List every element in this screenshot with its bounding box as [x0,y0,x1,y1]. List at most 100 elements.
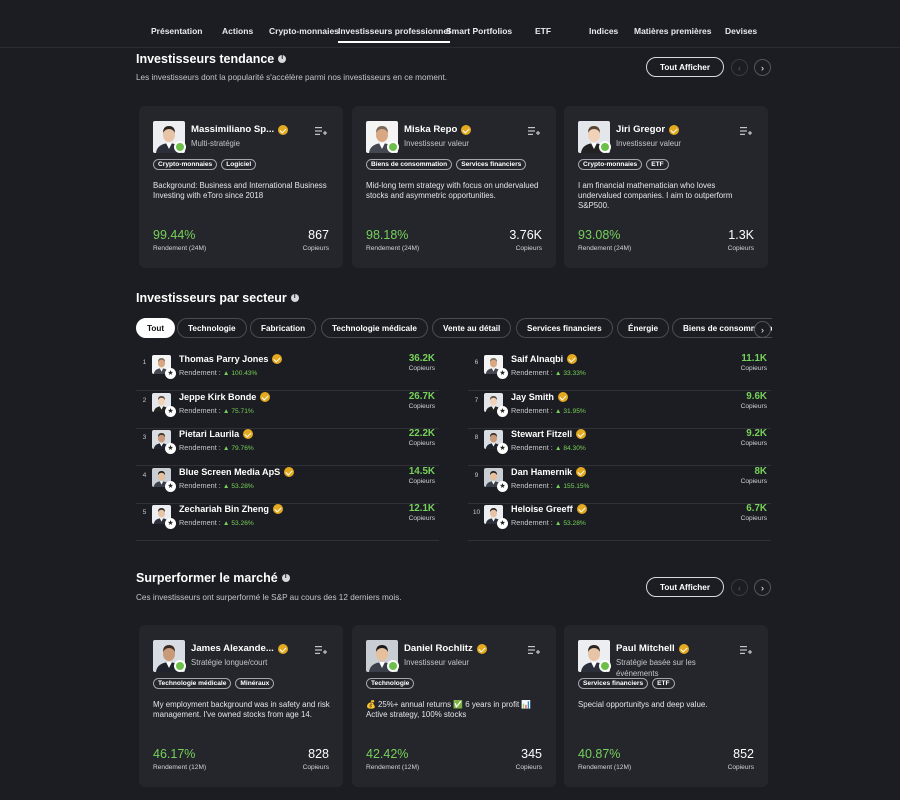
investor-row[interactable]: 7 ★ Jay Smith Rendement : ▲ 31.95% 9.6K Copie… [468,391,771,429]
sector-tag[interactable]: Technologie médicale [153,678,232,689]
copiers-value: 867 [308,228,329,242]
chip-medtech[interactable]: Technologie médicale [321,318,428,338]
investor-role: Investisseur valeur [616,139,682,148]
outperform-subtitle: Ces investisseurs ont surperformé le S&P… [136,593,402,602]
chip-technology[interactable]: Technologie [177,318,247,338]
chevron-right-icon[interactable]: › [754,59,771,76]
investor-name[interactable]: Paul Mitchell [616,643,689,654]
add-to-watchlist-icon[interactable] [315,642,327,654]
tab-indices[interactable]: Indices [589,26,618,36]
verified-icon [576,504,587,515]
tab-etf[interactable]: ETF [535,26,551,36]
add-to-watchlist-icon[interactable] [740,123,752,135]
investor-row[interactable]: 4 ★ Blue Screen Media ApS Rendement : ▲ 53.… [136,466,439,504]
investor-row[interactable]: 2 ★ Jeppe Kirk Bonde Rendement : ▲ 75.71% 26… [136,391,439,429]
sector-tag[interactable]: Crypto-monnaies [578,159,643,170]
investor-card[interactable]: Jiri Gregor Investisseur valeur Crypto-mon… [564,106,768,268]
tab-actions[interactable]: Actions [222,26,253,36]
investor-name[interactable]: Jay Smith [511,391,568,402]
copiers-label: Copieurs [302,245,329,252]
chevron-right-icon[interactable]: › [754,579,771,596]
investor-name[interactable]: Saif Alnaqbi [511,354,578,364]
sector-tag[interactable]: Biens de consommation [366,159,453,170]
add-to-watchlist-icon[interactable] [740,642,752,654]
investor-card[interactable]: Massimiliano Sp... Multi-stratégie Crypto-… [139,106,343,268]
investor-name[interactable]: James Alexande... [191,643,288,654]
tab-investors[interactable]: Investisseurs professionnel [338,26,451,43]
info-icon[interactable] [281,573,290,582]
investor-name[interactable]: Pietari Laurila [179,429,254,440]
sector-tag[interactable]: Minéraux [235,678,275,689]
chevron-right-icon[interactable]: › [754,321,771,338]
chip-all[interactable]: Tout [136,318,176,338]
outperform-title: Surperformer le marché [136,571,290,585]
sector-tag[interactable]: Logiciel [221,159,257,170]
verified-icon [243,429,254,440]
rank: 3 [142,434,147,442]
return-line: Rendement : ▲ 53.28% [511,518,586,527]
tab-currencies[interactable]: Devises [725,26,757,36]
investor-name[interactable]: Zechariah Bin Zheng [179,504,283,515]
return-line: Rendement : ▲ 100.43% [179,368,257,377]
add-to-watchlist-icon[interactable] [528,123,540,135]
trending-show-all-button[interactable]: Tout Afficher [646,57,725,77]
investor-row[interactable]: 10 ★ Heloise Greeff Rendement : ▲ 53.28% 6.7… [468,503,771,542]
sector-tag[interactable]: Services financiers [578,678,649,689]
investor-row[interactable]: 9 ★ Dan Hamernik Rendement : ▲ 155.15% 8K Cop… [468,466,771,504]
tags: Biens de consommation Services financiers [366,159,527,170]
tab-crypto[interactable]: Crypto-monnaies [269,26,339,36]
chip-manufacturing[interactable]: Fabrication [250,318,317,338]
verified-icon [678,643,689,654]
chip-retail[interactable]: Vente au détail [432,318,512,338]
investor-name[interactable]: Stewart Fitzell [511,429,587,440]
add-to-watchlist-icon[interactable] [315,123,327,135]
sector-tag[interactable]: Crypto-monnaies [153,159,218,170]
info-icon[interactable] [290,293,299,302]
tags: Crypto-monnaies ETF [578,159,669,170]
investor-name[interactable]: Jeppe Kirk Bonde [179,391,271,402]
rank: 8 [474,434,479,442]
investor-name[interactable]: Massimiliano Sp... [191,124,289,135]
tab-presentation[interactable]: Présentation [151,26,203,36]
sector-tag[interactable]: Technologie [366,678,415,689]
investor-name[interactable]: Heloise Greeff [511,504,587,515]
investor-card[interactable]: Daniel Rochlitz Investisseur valeur Techno… [352,625,556,787]
investor-row[interactable]: 6 ★ Saif Alnaqbi Rendement : ▲ 33.33% 11.1K C… [468,353,771,391]
info-icon[interactable] [278,54,287,63]
investor-name[interactable]: Thomas Parry Jones [179,354,283,364]
star-badge-icon [387,660,399,672]
chip-financial-services[interactable]: Services financiers [516,318,613,338]
return-label: Rendement : [511,480,553,490]
sector-tag[interactable]: ETF [646,159,669,170]
tab-smart-portfolios[interactable]: Smart Portfolios [446,26,512,36]
copiers-value: 3.76K [509,228,542,242]
investor-name[interactable]: Dan Hamernik [511,466,587,477]
outperform-show-all-button[interactable]: Tout Afficher [646,577,725,597]
investor-card[interactable]: Miska Repo Investisseur valeur Biens de co… [352,106,556,268]
return-value: 75.71% [231,407,254,415]
copiers-label: Copieurs [740,402,767,410]
investor-name[interactable]: Blue Screen Media ApS [179,466,295,477]
chevron-left-icon[interactable]: ‹ [731,59,748,76]
arrow-up-icon: ▲ [554,445,562,453]
investor-row[interactable]: 5 ★ Zechariah Bin Zheng Rendement : ▲ 53.26… [136,503,439,542]
star-badge-icon [599,660,611,672]
investor-name[interactable]: Daniel Rochlitz [404,643,487,654]
chip-energy[interactable]: Énergie [617,318,670,338]
investor-card[interactable]: James Alexande... Stratégie longue/court T… [139,625,343,787]
investor-card[interactable]: Paul Mitchell Stratégie basée sur les évé… [564,625,768,787]
tab-commodities[interactable]: Matières premières [634,26,712,36]
investor-row[interactable]: 8 ★ Stewart Fitzell Rendement : ▲ 84.30% 9.2… [468,428,771,467]
chevron-left-icon[interactable]: ‹ [731,579,748,596]
investor-name[interactable]: Miska Repo [404,124,472,135]
return-line: Rendement : ▲ 31.95% [511,406,586,415]
investor-row[interactable]: 3 ★ Pietari Laurila Rendement : ▲ 79.76% 22.… [136,428,439,467]
return-label: Rendement : [511,518,553,528]
investor-name[interactable]: Jiri Gregor [616,124,680,135]
sector-tag[interactable]: Services financiers [456,159,527,170]
return-value: 46.17% [153,747,196,761]
investor-row[interactable]: 1 ★ Thomas Parry Jones Rendement : ▲ 100.43… [136,353,439,391]
verified-icon [272,354,283,364]
add-to-watchlist-icon[interactable] [528,642,540,654]
sector-tag[interactable]: ETF [652,678,675,689]
